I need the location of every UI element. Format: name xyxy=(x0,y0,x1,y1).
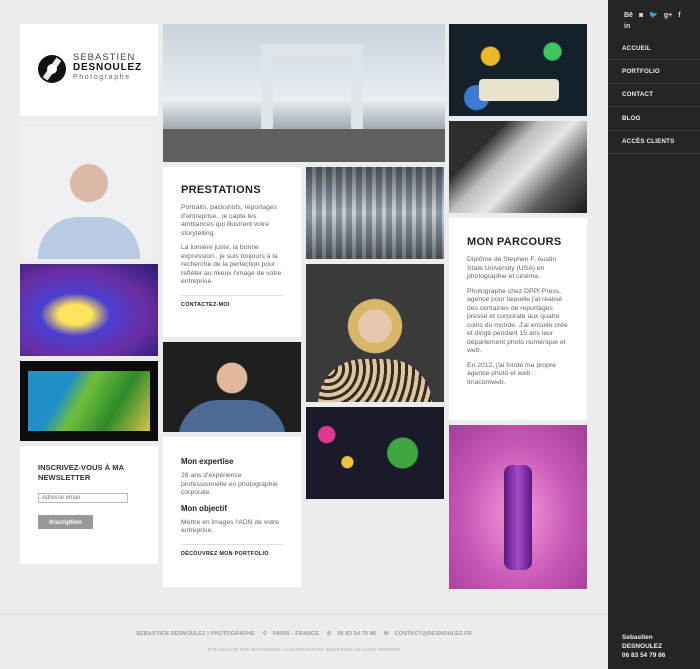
facebook-icon[interactable]: f xyxy=(678,11,680,20)
nav-accueil[interactable]: ACCUEIL xyxy=(608,37,700,61)
objective-text: Mettre en images l'ADN de votre entrepri… xyxy=(181,518,280,535)
newsletter-title: INSCRIVEZ-VOUS À MA NEWSLETTER xyxy=(38,463,124,482)
taxi-parisien-photo[interactable] xyxy=(449,24,587,116)
phone-icon: ✆ xyxy=(326,631,332,637)
iris-flower-photo[interactable] xyxy=(20,264,158,356)
perfume-bottle-photo[interactable] xyxy=(449,425,587,589)
keyboard-photo[interactable] xyxy=(449,121,587,213)
mail-icon: ✉ xyxy=(383,631,389,637)
footer-company: SEBASTIEN DESNOULEZ | PHOTOGRAPHE xyxy=(136,631,256,637)
google-plus-icon[interactable]: g+ xyxy=(664,11,672,20)
footer-phone: 06 83 54 79 86 xyxy=(337,631,377,637)
prestations-card: PRESTATIONS Portraits, packshots, report… xyxy=(163,167,301,337)
prestations-text-1: Portraits, packshots, reportages d'entre… xyxy=(181,204,277,237)
parcours-card: MON PARCOURS Diplôme de Stephen F. Austi… xyxy=(449,218,587,420)
nav-acces-clients[interactable]: ACCÈS CLIENTS xyxy=(608,131,700,154)
logo-subtitle: Photographe xyxy=(73,74,131,81)
social-links: Bē ◙ 🐦 g+ f in xyxy=(624,11,690,31)
prestations-text-2: La lumière juste, la bonne expression.. … xyxy=(181,244,282,285)
portrait-photo-woman[interactable] xyxy=(306,264,444,402)
behance-icon[interactable]: Bē xyxy=(624,11,633,20)
portrait-photo-bald-man[interactable] xyxy=(163,342,301,432)
footer-credit[interactable]: SITE RÉALISÉ PAR IMACOMWEB, LA MANUFACTU… xyxy=(0,647,608,652)
sidebar-firstname: Sebastien xyxy=(622,634,653,641)
sidebar-phone: 06 83 54 79 86 xyxy=(622,652,666,659)
instagram-icon[interactable]: ◙ xyxy=(639,11,643,20)
sidebar-contact: Sebastien DESNOULEZ 06 83 54 79 86 xyxy=(622,633,665,660)
main-nav: ACCUEIL PORTFOLIO CONTACT BLOG ACCÈS CLI… xyxy=(608,37,700,154)
logo-lastname: DESNOULEZ xyxy=(73,62,142,73)
expertise-text: 28 ans d'expérience professionnelle en p… xyxy=(181,472,278,496)
expertise-card: Mon expertise 28 ans d'expérience profes… xyxy=(163,437,301,587)
film-strip-photo[interactable] xyxy=(20,361,158,441)
parcours-title: MON PARCOURS xyxy=(467,236,562,248)
aperture-logo-icon xyxy=(38,55,66,83)
parcours-text-1: Diplôme de Stephen F. Austin State Unive… xyxy=(467,256,557,280)
divider xyxy=(181,543,283,545)
nav-portfolio[interactable]: PORTFOLIO xyxy=(608,60,700,84)
portrait-photo-man-glasses[interactable] xyxy=(20,121,158,259)
logo-text: SEBASTIEN DESNOULEZ Photographe xyxy=(73,53,142,83)
parcours-text-3: En 2012, j'ai fondé ma propre agence pho… xyxy=(467,361,556,386)
site-logo[interactable]: SEBASTIEN DESNOULEZ Photographe xyxy=(20,24,158,116)
nav-contact[interactable]: CONTACT xyxy=(608,84,700,108)
prestations-title: PRESTATIONS xyxy=(181,184,261,196)
parcours-text-2: Photographe chez DPPI Press, agence pour… xyxy=(467,287,568,355)
portfolio-link[interactable]: DÉCOUVREZ MON PORTFOLIO xyxy=(181,551,283,557)
newsletter-subscribe-button[interactable]: Inscription xyxy=(38,515,93,529)
footer-email[interactable]: CONTACT@DESNOULEZ.FR xyxy=(395,631,472,637)
bokeh-glass-photo[interactable] xyxy=(306,407,444,499)
expertise-heading: Mon expertise xyxy=(181,457,234,466)
newsletter-card: INSCRIVEZ-VOUS À MA NEWSLETTER Inscripti… xyxy=(20,446,158,564)
contact-link[interactable]: CONTACTEZ-MOI xyxy=(181,302,283,308)
divider xyxy=(181,294,283,296)
objective-heading: Mon objectif xyxy=(181,503,227,513)
building-atrium-photo[interactable] xyxy=(306,167,444,259)
right-sidebar: Bē ◙ 🐦 g+ f in ACCUEIL PORTFOLIO CONTACT… xyxy=(608,0,700,669)
newsletter-email-input[interactable] xyxy=(38,493,128,503)
page-footer: SEBASTIEN DESNOULEZ | PHOTOGRAPHE ⚲ PARIS… xyxy=(0,614,608,669)
twitter-icon[interactable]: 🐦 xyxy=(649,11,658,20)
location-icon: ⚲ xyxy=(262,631,267,637)
footer-location: PARIS - FRANCE xyxy=(272,631,320,637)
footer-contact-line: SEBASTIEN DESNOULEZ | PHOTOGRAPHE ⚲ PARIS… xyxy=(0,631,608,637)
grande-arche-photo[interactable] xyxy=(163,24,445,162)
linkedin-icon[interactable]: in xyxy=(624,22,630,31)
nav-blog[interactable]: BLOG xyxy=(608,107,700,131)
sidebar-lastname: DESNOULEZ xyxy=(622,643,663,650)
